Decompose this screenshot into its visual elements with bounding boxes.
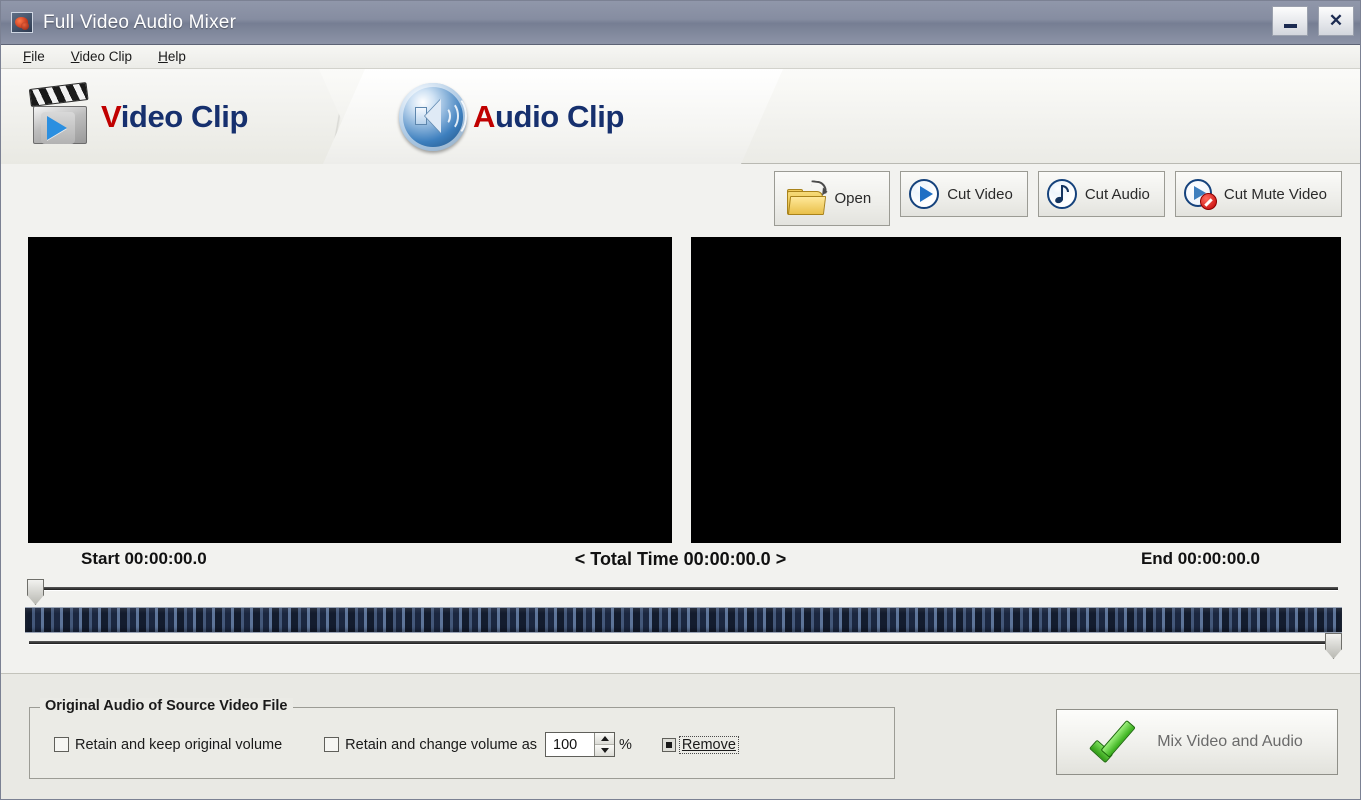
volume-stepper[interactable]: 100 — [545, 732, 616, 757]
end-slider-handle[interactable] — [1325, 633, 1342, 659]
cut-audio-button[interactable]: Cut Audio — [1037, 171, 1165, 217]
volume-stepper-buttons — [594, 733, 615, 756]
mix-video-and-audio-button[interactable]: Mix Video and Audio — [1056, 709, 1338, 775]
menu-item-file[interactable]: File — [23, 49, 45, 64]
close-icon: ✕ — [1328, 11, 1344, 30]
music-note-circle-icon — [1046, 179, 1077, 209]
green-check-icon — [1089, 719, 1143, 764]
title-bar: Full Video Audio Mixer ✕ — [1, 1, 1360, 45]
retain-change-volume-checkbox[interactable] — [324, 737, 340, 752]
remove-audio-label: Remove — [678, 735, 739, 754]
mute-video-icon — [1183, 179, 1217, 210]
retain-change-volume-label: Retain and change volume as — [345, 736, 538, 753]
mix-video-and-audio-label: Mix Video and Audio — [1157, 733, 1303, 750]
filmstrip-thumbnails[interactable] — [25, 607, 1342, 633]
retain-keep-volume-option[interactable]: Retain and keep original volume — [54, 737, 282, 753]
tab-strip: Video Clip Audio Clip — [1, 69, 1360, 164]
cut-audio-button-label: Cut Audio — [1084, 185, 1150, 203]
chevron-up-icon — [600, 736, 609, 741]
retain-change-volume-option[interactable]: Retain and change volume as — [324, 737, 537, 753]
cut-video-button-label: Cut Video — [947, 185, 1013, 203]
menu-bar: File Video Clip Help — [1, 45, 1360, 69]
tab-video-clip-label: Video Clip — [101, 98, 249, 134]
remove-audio-option[interactable]: Remove — [661, 735, 739, 754]
original-audio-group-title: Original Audio of Source Video File — [40, 698, 293, 714]
tab-video-clip[interactable]: Video Clip — [1, 69, 361, 164]
radio-selected-icon — [665, 741, 672, 748]
folder-open-icon — [786, 179, 828, 215]
tab-audio-clip-label: Audio Clip — [473, 98, 624, 134]
clapperboard-icon — [28, 81, 91, 145]
open-button-label: Open — [834, 190, 872, 207]
time-labels: Start 00:00:00.0 < Total Time 00:00:00.0… — [1, 549, 1360, 575]
tab-audio-clip[interactable]: Audio Clip — [323, 69, 783, 164]
retain-keep-volume-checkbox[interactable] — [54, 737, 69, 752]
app-icon — [11, 12, 33, 33]
start-slider-handle[interactable] — [27, 579, 44, 605]
chevron-down-icon — [600, 748, 609, 753]
remove-audio-radio[interactable] — [661, 737, 676, 752]
close-button[interactable]: ✕ — [1318, 6, 1354, 36]
application-window: Full Video Audio Mixer ✕ File Video Clip… — [0, 0, 1361, 800]
toolbar: Open Cut Video Cut Audio Cut Mute Video — [773, 171, 1342, 226]
cut-mute-video-button[interactable]: Cut Mute Video — [1174, 171, 1342, 217]
original-audio-options-row: Retain and keep original volume Retain a… — [30, 732, 894, 757]
cut-mute-video-button-label: Cut Mute Video — [1223, 185, 1327, 203]
volume-value[interactable]: 100 — [546, 733, 594, 756]
volume-decrement-button[interactable] — [595, 745, 615, 756]
timeline — [25, 579, 1342, 659]
retain-keep-volume-label: Retain and keep original volume — [75, 736, 283, 753]
percent-label: % — [619, 736, 632, 753]
open-button[interactable]: Open — [773, 171, 891, 226]
video-preview-right[interactable] — [691, 237, 1341, 543]
play-circle-icon — [909, 179, 940, 209]
cut-video-button[interactable]: Cut Video — [900, 171, 1028, 217]
start-slider-track[interactable] — [35, 587, 1338, 591]
window-title: Full Video Audio Mixer — [43, 11, 237, 33]
minimize-button[interactable] — [1272, 6, 1308, 36]
end-time-label: End 00:00:00.0 — [1140, 549, 1260, 568]
volume-increment-button[interactable] — [595, 733, 615, 745]
menu-item-video-clip[interactable]: Video Clip — [71, 49, 132, 64]
end-slider-track[interactable] — [29, 641, 1328, 645]
window-controls: ✕ — [1272, 6, 1354, 36]
menu-item-help[interactable]: Help — [158, 49, 186, 64]
original-audio-group: Original Audio of Source Video File Reta… — [29, 698, 895, 779]
speaker-icon — [399, 82, 467, 151]
minimize-icon — [1283, 24, 1297, 28]
video-preview-left[interactable] — [28, 237, 672, 543]
